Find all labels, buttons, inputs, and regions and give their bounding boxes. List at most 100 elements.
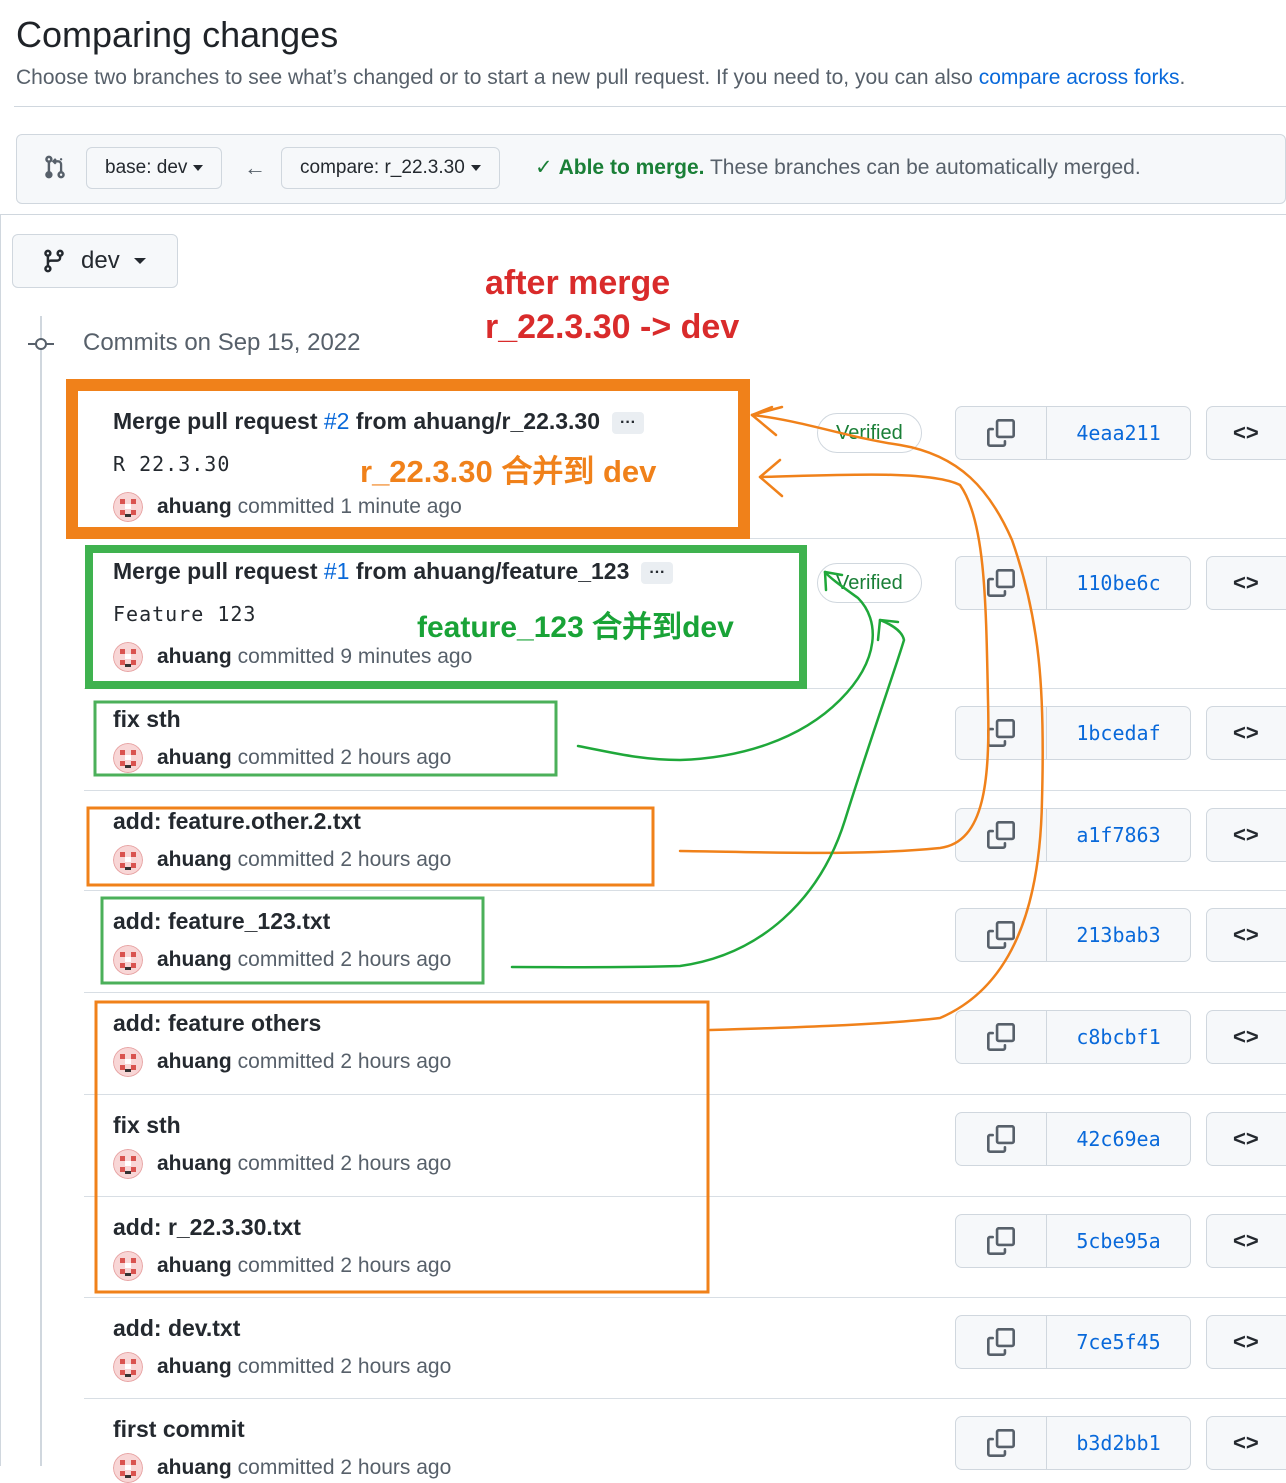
commit-author[interactable]: ahuang (157, 495, 232, 519)
avatar (113, 1047, 143, 1077)
commit-sha-link[interactable]: 42c69ea (1047, 1113, 1190, 1165)
base-branch-label: base: dev (105, 157, 188, 178)
code-icon: <> (1233, 1126, 1259, 1151)
commit-title[interactable]: add: feature_123.txt (113, 908, 330, 935)
branch-select-button[interactable]: dev (12, 234, 178, 288)
browse-repo-button[interactable]: <> (1206, 556, 1286, 610)
commit-meta: ahuang committed 2 hours ago (113, 1453, 451, 1483)
pull-request-link[interactable]: #2 (324, 408, 350, 434)
check-icon: ✓ (535, 156, 553, 179)
copy-sha-button[interactable] (956, 1215, 1047, 1267)
commit-title[interactable]: add: feature others (113, 1010, 321, 1037)
commit-author[interactable]: ahuang (157, 848, 232, 872)
commit-sha-link[interactable]: 5cbe95a (1047, 1215, 1190, 1267)
panel-divider (0, 214, 1286, 215)
commit-author[interactable]: ahuang (157, 1152, 232, 1176)
commit-sha-link[interactable]: 110be6c (1047, 557, 1190, 609)
pull-request-link[interactable]: #1 (324, 558, 350, 584)
commit-author[interactable]: ahuang (157, 1254, 232, 1278)
commit-button-group: 42c69ea (955, 1112, 1191, 1166)
copy-icon (987, 1023, 1015, 1051)
row-divider (84, 992, 1286, 993)
commit-author[interactable]: ahuang (157, 746, 232, 770)
commit-sha-link[interactable]: 7ce5f45 (1047, 1316, 1190, 1368)
expand-body-button[interactable]: ··· (612, 411, 644, 434)
copy-icon (987, 419, 1015, 447)
copy-sha-button[interactable] (956, 809, 1047, 861)
commit-author[interactable]: ahuang (157, 1355, 232, 1379)
arrow-left-icon: ← (244, 155, 266, 180)
browse-repo-button[interactable]: <> (1206, 706, 1286, 760)
copy-sha-button[interactable] (956, 1113, 1047, 1165)
commit-author[interactable]: ahuang (157, 1050, 232, 1074)
chevron-down-icon (133, 258, 146, 264)
commit-title[interactable]: fix sth (113, 1112, 181, 1139)
commit-time: 9 minutes ago (340, 645, 473, 668)
browse-repo-button[interactable]: <> (1206, 1315, 1286, 1369)
code-icon: <> (1233, 420, 1259, 445)
commit-sha-link[interactable]: 213bab3 (1047, 909, 1190, 961)
commit-title[interactable]: Merge pull request #1 from ahuang/featur… (113, 558, 674, 585)
commit-title[interactable]: fix sth (113, 706, 181, 733)
browse-repo-button[interactable]: <> (1206, 1416, 1286, 1470)
row-divider (84, 1196, 1286, 1197)
browse-repo-button[interactable]: <> (1206, 908, 1286, 962)
browse-repo-button[interactable]: <> (1206, 406, 1286, 460)
browse-repo-button[interactable]: <> (1206, 808, 1286, 862)
row-divider (84, 1398, 1286, 1399)
commit-action: committed (237, 1355, 335, 1378)
commit-body: Feature 123 (113, 602, 257, 626)
commit-title[interactable]: add: feature.other.2.txt (113, 808, 361, 835)
commit-title-text: from ahuang/feature_123 (349, 558, 630, 584)
row-divider (84, 790, 1286, 791)
browse-repo-button[interactable]: <> (1206, 1010, 1286, 1064)
commit-author[interactable]: ahuang (157, 1456, 232, 1480)
copy-sha-button[interactable] (956, 909, 1047, 961)
copy-sha-button[interactable] (956, 557, 1047, 609)
avatar (113, 642, 143, 672)
commit-title[interactable]: add: dev.txt (113, 1315, 240, 1342)
commit-button-group: 110be6c (955, 556, 1191, 610)
copy-sha-button[interactable] (956, 1011, 1047, 1063)
commit-meta: ahuang committed 2 hours ago (113, 1047, 451, 1077)
browse-repo-button[interactable]: <> (1206, 1214, 1286, 1268)
commit-time: 2 hours ago (340, 948, 452, 971)
expand-body-button[interactable]: ··· (641, 561, 674, 584)
commit-title[interactable]: first commit (113, 1416, 245, 1443)
compare-branch-select[interactable]: compare: r_22.3.30 (281, 147, 500, 189)
row-divider (84, 1297, 1286, 1298)
copy-sha-button[interactable] (956, 707, 1047, 759)
commit-title[interactable]: Merge pull request #2 from ahuang/r_22.3… (113, 408, 644, 435)
copy-sha-button[interactable] (956, 407, 1047, 459)
code-icon: <> (1233, 922, 1259, 947)
base-branch-select[interactable]: base: dev (86, 147, 223, 189)
chevron-down-icon (470, 165, 481, 171)
commit-action: committed (237, 1254, 335, 1277)
commit-author[interactable]: ahuang (157, 948, 232, 972)
commit-sha-link[interactable]: 4eaa211 (1047, 407, 1190, 459)
commit-sha-link[interactable]: c8bcbf1 (1047, 1011, 1190, 1063)
commit-sha-link[interactable]: a1f7863 (1047, 809, 1190, 861)
commit-sha-link[interactable]: b3d2bb1 (1047, 1417, 1190, 1469)
commit-time: 2 hours ago (340, 746, 452, 769)
copy-sha-button[interactable] (956, 1316, 1047, 1368)
verified-badge[interactable]: Verified (817, 563, 922, 603)
commit-author[interactable]: ahuang (157, 645, 232, 669)
commit-sha-link[interactable]: 1bcedaf (1047, 707, 1190, 759)
copy-sha-button[interactable] (956, 1417, 1047, 1469)
annotation-green-label: feature_123 合并到dev (417, 611, 734, 644)
browse-repo-button[interactable]: <> (1206, 1112, 1286, 1166)
verified-badge[interactable]: Verified (817, 413, 922, 453)
commit-action: committed (237, 645, 335, 668)
annotation-after-merge: after merge (485, 264, 671, 302)
avatar (113, 492, 143, 522)
commit-time: 1 minute ago (340, 495, 462, 518)
commit-action: committed (237, 1152, 335, 1175)
annotation-merge-direction: r_22.3.30 -> dev (485, 308, 740, 346)
commit-title[interactable]: add: r_22.3.30.txt (113, 1214, 301, 1241)
compare-branch-label: compare: r_22.3.30 (300, 157, 465, 178)
compare-across-forks-link[interactable]: compare across forks (979, 66, 1180, 89)
commit-button-group: 1bcedaf (955, 706, 1191, 760)
copy-icon (987, 1328, 1015, 1356)
commit-title-text: from ahuang/r_22.3.30 (349, 408, 601, 434)
